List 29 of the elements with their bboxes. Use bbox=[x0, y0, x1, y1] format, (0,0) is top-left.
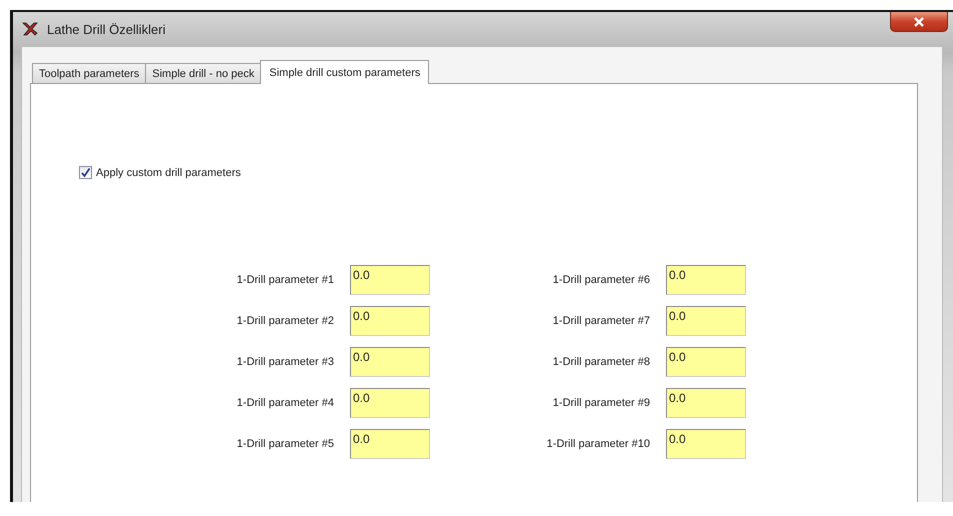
window-title: Lathe Drill Özellikleri bbox=[47, 22, 166, 36]
parameter-field[interactable]: 0.0 bbox=[350, 429, 430, 459]
parameter-label: 1-Drill parameter #8 bbox=[552, 356, 650, 368]
parameter-field[interactable]: 0.0 bbox=[666, 347, 746, 377]
parameter-field[interactable]: 0.0 bbox=[666, 265, 746, 295]
tab[interactable]: Toolpath parameters bbox=[32, 63, 146, 83]
parameter-label: 1-Drill parameter #4 bbox=[236, 397, 334, 409]
parameter-field[interactable]: 0.0 bbox=[666, 388, 746, 418]
parameter-field[interactable]: 0.0 bbox=[350, 306, 430, 336]
parameter-field[interactable]: 0.0 bbox=[666, 306, 746, 336]
parameter-label: 1-Drill parameter #5 bbox=[236, 438, 334, 450]
parameter-field[interactable]: 0.0 bbox=[350, 265, 430, 295]
checkbox[interactable] bbox=[79, 166, 92, 179]
parameter-label: 1-Drill parameter #9 bbox=[552, 397, 650, 409]
parameter-label: 1-Drill parameter #10 bbox=[546, 438, 650, 450]
parameter-label: 1-Drill parameter #7 bbox=[552, 315, 650, 327]
app-icon bbox=[21, 20, 39, 38]
parameter-label: 1-Drill parameter #6 bbox=[552, 274, 650, 286]
tab[interactable]: Simple drill - no peck bbox=[145, 63, 262, 83]
close-button[interactable] bbox=[890, 12, 948, 32]
parameter-label: 1-Drill parameter #2 bbox=[236, 315, 334, 327]
close-icon bbox=[913, 16, 925, 26]
parameter-label: 1-Drill parameter #1 bbox=[236, 274, 334, 286]
checkbox-label: Apply custom drill parameters bbox=[96, 166, 241, 178]
parameter-field[interactable]: 0.0 bbox=[350, 388, 430, 418]
parameter-field[interactable]: 0.0 bbox=[350, 347, 430, 377]
parameter-label: 1-Drill parameter #3 bbox=[236, 356, 334, 368]
tab[interactable]: Simple drill custom parameters bbox=[260, 60, 430, 84]
parameter-field[interactable]: 0.0 bbox=[666, 429, 746, 459]
